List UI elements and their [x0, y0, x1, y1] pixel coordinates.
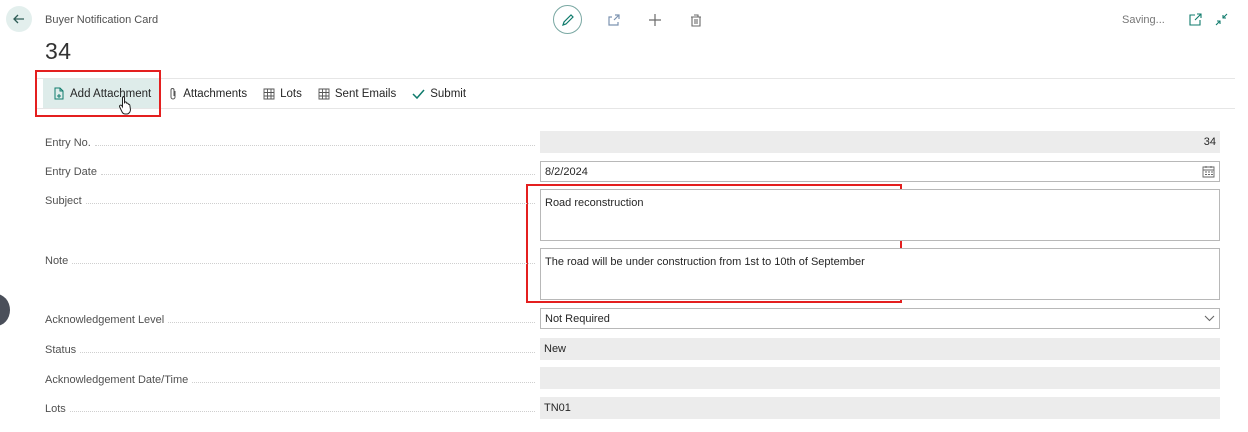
submit-button[interactable]: Submit	[404, 79, 474, 108]
status-label: Status	[45, 343, 535, 357]
ack-level-label: Acknowledgement Level	[45, 313, 535, 327]
side-panel-handle[interactable]	[0, 294, 10, 326]
lots-field-label: Lots	[45, 402, 535, 416]
collapse-button[interactable]	[1214, 12, 1228, 26]
delete-button[interactable]	[687, 11, 705, 29]
lots-field[interactable]: TN01	[540, 397, 1220, 419]
chevron-down-icon	[1204, 315, 1215, 322]
saving-status: Saving...	[1122, 14, 1165, 26]
hand-cursor-icon	[119, 96, 131, 115]
action-toolbar: Add Attachment Attachments Lots Sent Ema…	[35, 78, 1235, 109]
subject-label: Subject	[45, 194, 535, 208]
ack-datetime-label: Acknowledgement Date/Time	[45, 373, 535, 387]
status-field: New	[540, 338, 1220, 360]
share-button[interactable]	[605, 11, 623, 29]
add-attachment-label: Add Attachment	[70, 87, 152, 100]
open-new-window-icon	[1188, 12, 1202, 26]
new-button[interactable]	[646, 11, 664, 29]
submit-label: Submit	[430, 87, 467, 100]
sent-emails-label: Sent Emails	[334, 87, 397, 100]
entry-no-label: Entry No.	[45, 136, 535, 150]
lots-button[interactable]: Lots	[255, 79, 310, 108]
lots-label: Lots	[280, 87, 302, 100]
entry-date-label: Entry Date	[45, 165, 535, 179]
plus-icon	[649, 13, 661, 26]
share-icon	[608, 13, 620, 26]
note-field[interactable]: The road will be under construction from…	[540, 248, 1220, 300]
note-label: Note	[45, 254, 535, 268]
back-arrow-icon	[13, 14, 24, 24]
pencil-icon	[561, 13, 574, 26]
document-add-icon	[53, 87, 65, 100]
calendar-icon[interactable]	[1202, 165, 1215, 178]
attachments-label: Attachments	[183, 87, 248, 100]
attachments-button[interactable]: Attachments	[160, 79, 255, 108]
add-attachment-button[interactable]: Add Attachment	[43, 79, 161, 108]
ack-datetime-field	[540, 367, 1220, 389]
grid-icon	[318, 88, 330, 100]
page-caption: Buyer Notification Card	[45, 14, 159, 26]
trash-icon	[691, 13, 701, 27]
page-actions	[553, 5, 705, 34]
entry-no-field: 34	[540, 131, 1220, 153]
open-new-window-button[interactable]	[1188, 12, 1202, 26]
grid-icon	[263, 88, 275, 100]
back-button[interactable]	[6, 6, 32, 32]
entry-date-field[interactable]: 8/2/2024	[540, 161, 1220, 182]
record-title: 34	[45, 38, 72, 64]
paperclip-icon	[168, 87, 178, 100]
edit-button[interactable]	[553, 5, 582, 34]
window-controls	[1188, 12, 1228, 26]
checkmark-icon	[412, 88, 425, 100]
subject-field[interactable]: Road reconstruction	[540, 189, 1220, 241]
ack-level-select[interactable]: Not Required	[540, 308, 1220, 329]
collapse-icon	[1215, 13, 1227, 25]
sent-emails-button[interactable]: Sent Emails	[310, 79, 404, 108]
